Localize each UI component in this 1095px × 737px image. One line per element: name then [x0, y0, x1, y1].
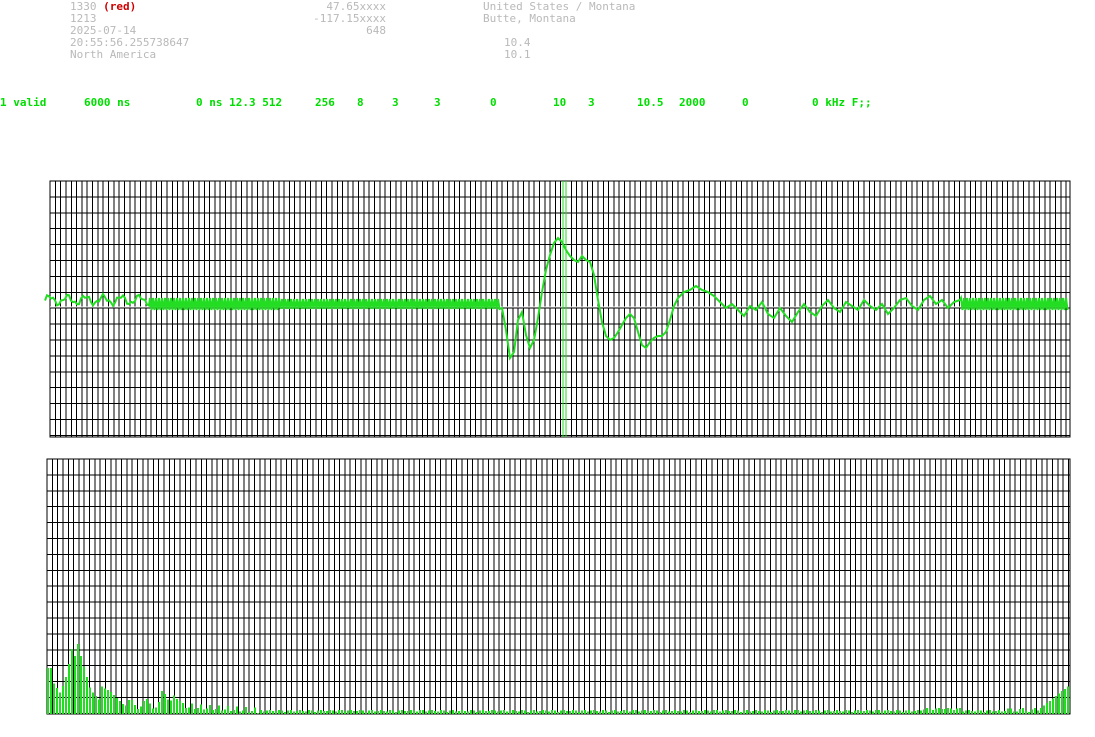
waveform-page: { "header": { "station_id": "1330", "sta… — [0, 0, 1095, 737]
plots-canvas — [44, 180, 1071, 715]
spectrum-grid — [46, 458, 1071, 715]
spectrum-gridlines — [46, 458, 1070, 714]
waveform-trace — [44, 181, 1069, 437]
